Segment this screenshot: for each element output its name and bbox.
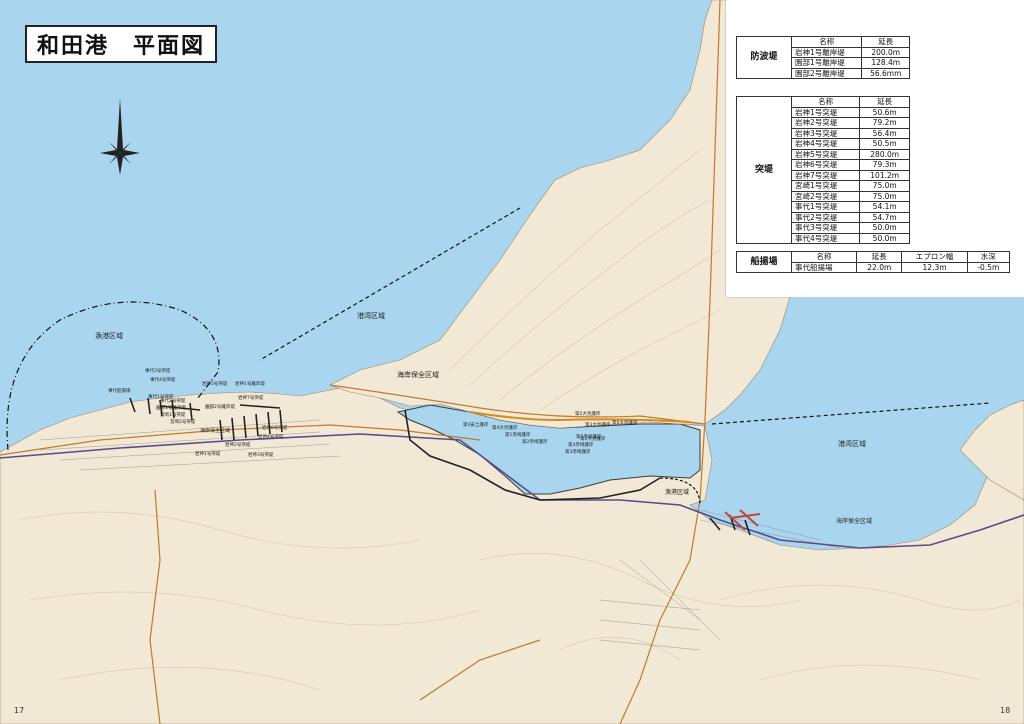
jetty-label: 岩神1号突堤 xyxy=(195,450,221,457)
breakwater-table: 防波堤 名称 延長 岩神1号離岸堤 200.0m 園部1号離岸堤 128.4m 園部… xyxy=(736,36,910,79)
jetty-label: 園部2号離岸堤 xyxy=(205,403,235,410)
jetty-name: 岩神6号突堤 xyxy=(790,159,861,171)
jetty-name: 岩神5号突堤 xyxy=(790,148,861,160)
label-coast-area-2: 海岸保全区域 xyxy=(200,427,230,434)
label-fishing-port-area: 漁港区域 xyxy=(95,331,123,340)
label-harbor-area-2: 港湾区域 xyxy=(838,439,866,448)
jetty-name: 岩神2号突堤 xyxy=(790,117,861,129)
page-number-right: 18 xyxy=(1000,706,1011,715)
revetment-label: 第2赤崎護岸 xyxy=(522,438,548,445)
jetty-label: 園部1号離岸堤 xyxy=(156,404,186,411)
jetty-label: 事代2号突堤 xyxy=(160,397,186,404)
revetment-label: 第4赤崎護岸 xyxy=(568,441,594,448)
revetment-label: 第2大見護岸 xyxy=(575,410,601,417)
jetty-label: 宮崎1号突堤 xyxy=(160,411,186,418)
breakwater-length: 200.0m xyxy=(861,46,910,58)
jetty-length: 54.1m xyxy=(859,201,910,213)
label-coast-area-1: 海岸保全区域 xyxy=(397,370,439,379)
breakwater-length: 56.6mm xyxy=(861,67,910,79)
jetty-length: 280.0m xyxy=(859,148,910,160)
slipway-depth: -0.5m xyxy=(966,261,1011,273)
jetty-name: 岩神7号突堤 xyxy=(790,169,861,181)
jetty-length: 101.2m xyxy=(859,169,910,181)
slipway-header-length: 延長 xyxy=(856,251,903,263)
breakwater-name: 岩神1号離岸堤 xyxy=(790,46,863,58)
jetty-length: 79.2m xyxy=(859,117,910,129)
page-number-left: 17 xyxy=(14,706,25,715)
revetment-label: 第3赤崎護岸 xyxy=(565,448,591,455)
jetty-table: 突堤 名称 延長 岩神1号突堤 50.6m 岩神2号突堤 79.2m 岩神3号突堤 5… xyxy=(736,96,910,244)
revetment-label: 第4大見護岸 xyxy=(492,424,518,431)
jetty-length: 50.0m xyxy=(859,232,910,244)
breakwater-name: 園部1号離岸堤 xyxy=(790,57,863,69)
jetty-length: 50.5m xyxy=(859,138,910,150)
jetty-name: 事代4号突堤 xyxy=(790,232,861,244)
breakwater-header-name: 名称 xyxy=(790,36,863,48)
jetty-name: 岩神1号突堤 xyxy=(790,106,861,118)
jetty-label: 岩神3号突堤 xyxy=(248,451,274,458)
jetty-name: 事代1号突堤 xyxy=(790,201,861,213)
slipway-header-depth: 水深 xyxy=(966,251,1011,263)
label-coast-area-3: 海岸保全区域 xyxy=(836,517,872,525)
jetty-name: 岩神3号突堤 xyxy=(790,127,861,139)
jetty-length: 75.0m xyxy=(859,180,910,192)
label-fishing-port-area-2: 漁港区域 xyxy=(665,488,689,496)
revetment-label: 第6大見護岸 xyxy=(612,419,638,426)
slipway-name: 事代船揚場 xyxy=(790,261,858,273)
breakwater-length: 128.4m xyxy=(861,57,910,69)
jetty-name: 事代3号突堤 xyxy=(790,222,861,234)
jetty-length: 50.0m xyxy=(859,222,910,234)
jetty-category: 突堤 xyxy=(736,96,792,244)
jetty-label: 事代船揚場 xyxy=(108,387,131,394)
jetty-length: 56.4m xyxy=(859,127,910,139)
label-harbor-area-1: 港湾区域 xyxy=(357,311,385,320)
jetty-label: 事代3号突堤 xyxy=(145,367,171,374)
jetty-label: 岩神2号突堤 xyxy=(225,441,251,448)
slipway-header-name: 名称 xyxy=(790,251,858,263)
breakwater-category: 防波堤 xyxy=(736,36,792,79)
jetty-label: 岩神4号突堤 xyxy=(258,433,284,440)
breakwater-header-length: 延長 xyxy=(861,36,910,48)
jetty-label: 事代4号突堤 xyxy=(150,376,176,383)
slipway-category: 船揚場 xyxy=(736,251,792,273)
jetty-label: 宮崎2号突堤 xyxy=(170,418,196,425)
jetty-name: 宮崎2号突堤 xyxy=(790,190,861,202)
revetment-label: 第3大見護岸 xyxy=(585,421,611,428)
slipway-table: 船揚場 名称 延長 エプロン幅 水深 事代船揚場 22.0m 12.3m -0.… xyxy=(736,251,1011,273)
revetment-label: 第4安土護岸 xyxy=(463,421,489,428)
jetty-label: 岩神7号突堤 xyxy=(238,394,264,401)
jetty-length: 50.6m xyxy=(859,106,910,118)
jetty-length: 54.7m xyxy=(859,211,910,223)
revetment-label: 第5赤崎護岸 xyxy=(576,433,602,440)
jetty-name: 事代2号突堤 xyxy=(790,211,861,223)
jetty-label: 岩神1号離岸堤 xyxy=(235,380,265,387)
jetty-name: 岩神4号突堤 xyxy=(790,138,861,150)
breakwater-name: 園部2号離岸堤 xyxy=(790,67,863,79)
slipway-length: 22.0m xyxy=(856,261,903,273)
revetment-label: 第1赤崎護岸 xyxy=(505,431,531,438)
jetty-header-length: 延長 xyxy=(859,96,910,108)
jetty-header-name: 名称 xyxy=(790,96,861,108)
jetty-label: 岩神5号突堤 xyxy=(202,380,228,387)
jetty-length: 75.0m xyxy=(859,190,910,202)
slipway-apron: 12.3m xyxy=(901,261,968,273)
jetty-label: 岩神6号突堤 xyxy=(262,424,288,431)
jetty-length: 79.3m xyxy=(859,159,910,171)
slipway-header-apron: エプロン幅 xyxy=(901,251,968,263)
page-title: 和田港 平面図 xyxy=(25,25,217,63)
jetty-name: 宮崎1号突堤 xyxy=(790,180,861,192)
